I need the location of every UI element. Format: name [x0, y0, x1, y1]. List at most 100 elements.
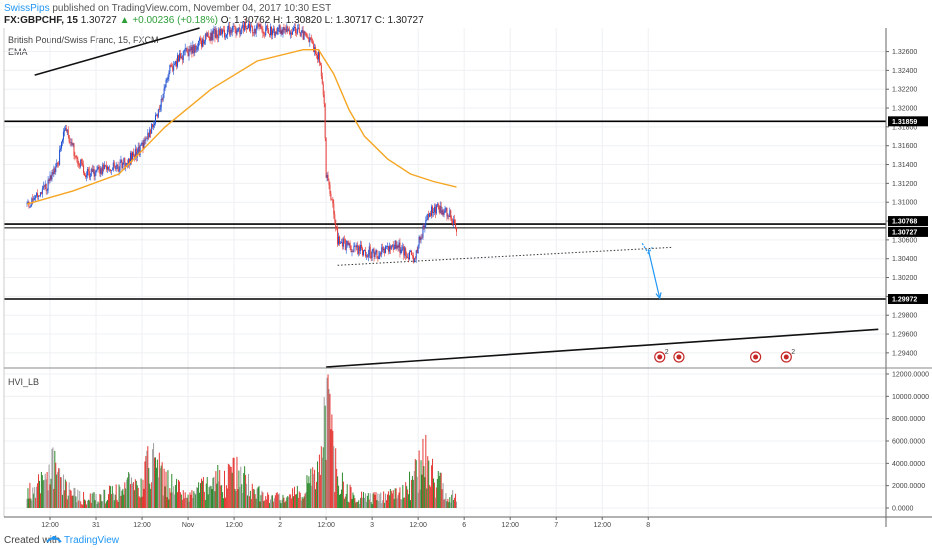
- volume-bar: [255, 498, 257, 508]
- candle-body: [363, 250, 365, 251]
- projection-zigzag: [641, 242, 653, 255]
- candle-body: [201, 39, 203, 47]
- candle-body: [68, 135, 70, 143]
- calendar-event-icon[interactable]: [750, 351, 762, 363]
- candle-body: [305, 33, 307, 37]
- volume-bar: [198, 482, 200, 508]
- volume-bar: [375, 492, 377, 508]
- candle-body: [224, 36, 226, 38]
- volume-bar: [110, 494, 112, 508]
- volume-bar: [174, 494, 176, 508]
- candle-body: [447, 215, 449, 217]
- calendar-event-icon[interactable]: 2: [780, 349, 795, 363]
- brand-name[interactable]: TradingView: [64, 535, 119, 546]
- event-markers[interactable]: 22: [654, 349, 796, 363]
- volume-bar: [296, 485, 298, 508]
- volume-bar: [235, 491, 237, 508]
- volume-bar: [268, 494, 270, 508]
- candle-body: [195, 45, 197, 50]
- volume-bar: [141, 496, 143, 508]
- candle-body: [276, 31, 278, 34]
- volume-bar: [442, 483, 444, 508]
- volume-bar: [278, 493, 280, 508]
- volume-bar: [282, 494, 284, 508]
- volume-bar: [286, 497, 288, 508]
- volume-bar: [196, 487, 198, 508]
- calendar-event-icon[interactable]: 2: [654, 349, 669, 363]
- candle-body: [66, 129, 68, 132]
- volume-bar: [247, 473, 249, 508]
- candle-body: [60, 148, 62, 150]
- volume-bar: [181, 499, 183, 508]
- volume-bar: [31, 500, 33, 508]
- candle-body: [86, 169, 88, 176]
- event-flag-dot: [783, 354, 789, 360]
- candle-body: [367, 254, 369, 257]
- volume-bar: [125, 488, 127, 508]
- candle-body: [432, 206, 434, 213]
- volume-tick-label: 8000.0000: [892, 416, 925, 423]
- volume-bar: [52, 447, 54, 508]
- time-tick-label: 12:00: [593, 522, 611, 529]
- volume-bar: [136, 485, 138, 508]
- volume-bar: [434, 497, 436, 508]
- volume-bar: [318, 454, 320, 508]
- volume-bar: [246, 483, 248, 508]
- volume-bar: [347, 501, 349, 508]
- volume-bar: [290, 494, 292, 508]
- axes: 1.326001.324001.322001.320001.318001.316…: [3, 28, 932, 529]
- volume-bar: [226, 488, 228, 508]
- candle-body: [200, 38, 202, 41]
- volume-bar: [439, 472, 441, 508]
- volume-bar: [163, 468, 165, 508]
- candle-body: [100, 168, 102, 174]
- candle-body: [185, 48, 187, 49]
- volume-bar: [95, 493, 97, 508]
- volume-bar: [211, 489, 213, 508]
- candle-body: [454, 219, 456, 224]
- candle-body: [456, 227, 458, 232]
- candle-body: [150, 129, 152, 134]
- volume-bar: [172, 492, 174, 508]
- volume-bar: [412, 479, 414, 508]
- volume-bar: [135, 480, 137, 508]
- volume-bar: [143, 488, 145, 508]
- candle-body: [340, 242, 342, 244]
- candle-body: [439, 205, 441, 213]
- volume-bar: [243, 473, 245, 508]
- volume-bar: [142, 479, 144, 508]
- candle-body: [374, 252, 376, 257]
- volume-bar: [456, 501, 458, 508]
- volume-bar: [120, 495, 122, 508]
- candle-body: [452, 220, 454, 225]
- volume-bar: [71, 495, 73, 508]
- volume-bar: [45, 479, 47, 508]
- volume-bar: [187, 494, 189, 508]
- candle-body: [217, 37, 219, 39]
- volume-bar: [137, 487, 139, 508]
- volume-bar: [346, 484, 348, 508]
- volume-bar: [68, 482, 70, 508]
- time-tick-label: 12:00: [133, 522, 151, 529]
- candle-body: [218, 29, 220, 38]
- volume-bar: [127, 477, 129, 508]
- volume-bar: [303, 496, 305, 508]
- candle-body: [319, 63, 321, 66]
- volume-bar: [233, 457, 235, 508]
- calendar-event-icon[interactable]: [673, 351, 685, 363]
- candle-body: [132, 152, 134, 156]
- candle-body: [383, 248, 385, 251]
- candle-body: [152, 124, 154, 127]
- volume-bar: [112, 493, 114, 508]
- volume-bar: [76, 502, 78, 508]
- candle-body: [155, 114, 157, 116]
- volume-bar: [292, 488, 294, 508]
- volume-bar: [352, 492, 354, 508]
- time-tick-label: 12:00: [317, 522, 335, 529]
- projection-arrow: [647, 249, 661, 299]
- chart-canvas[interactable]: 22 1.326001.324001.322001.320001.318001.…: [0, 0, 932, 530]
- candlestick-series: [26, 18, 458, 264]
- candle-body: [415, 250, 417, 259]
- volume-bar: [394, 488, 396, 508]
- candle-body: [385, 246, 387, 254]
